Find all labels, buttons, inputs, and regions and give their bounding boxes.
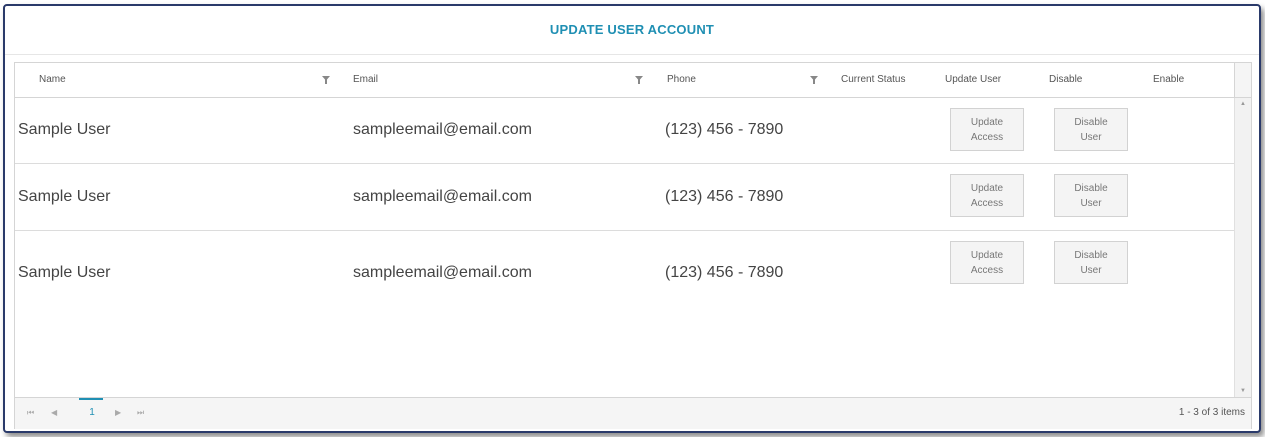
pager: ⏮ ◀ 1 ▶ ⏭ 1 - 3 of 3 items	[15, 397, 1251, 429]
button-label: Disable	[1074, 182, 1108, 194]
update-user-panel: UPDATE USER ACCOUNT Name Email Phone Cur…	[3, 4, 1261, 433]
next-page-icon[interactable]: ▶	[115, 408, 121, 417]
scroll-down-icon[interactable]: ▼	[1240, 388, 1246, 394]
button-label: User	[1080, 264, 1102, 276]
filter-icon[interactable]	[322, 76, 330, 84]
grid-body: Sample User sampleemail@email.com (123) …	[15, 98, 1235, 397]
current-page-indicator	[79, 398, 103, 400]
button-label: Disable	[1074, 249, 1108, 261]
button-label: Access	[970, 264, 1004, 276]
first-page-icon[interactable]: ⏮	[27, 408, 34, 418]
cell-email: sampleemail@email.com	[353, 121, 532, 138]
cell-name: Sample User	[18, 121, 111, 138]
page-title: UPDATE USER ACCOUNT	[5, 6, 1259, 55]
button-label: Update	[970, 116, 1004, 128]
button-label: Access	[970, 197, 1004, 209]
button-label: Disable	[1074, 116, 1108, 128]
column-header-enable[interactable]: Enable	[1153, 63, 1184, 97]
page-number[interactable]: 1	[85, 407, 99, 418]
button-label: Access	[970, 131, 1004, 143]
table-row[interactable]: Sample User sampleemail@email.com (123) …	[15, 231, 1235, 315]
update-access-button[interactable]: Update Access	[950, 108, 1024, 151]
button-label: User	[1080, 131, 1102, 143]
cell-email: sampleemail@email.com	[353, 188, 532, 205]
column-header-email[interactable]: Email	[353, 63, 378, 97]
disable-user-button[interactable]: Disable User	[1054, 174, 1128, 217]
cell-phone: (123) 456 - 7890	[665, 264, 784, 281]
table-row[interactable]: Sample User sampleemail@email.com (123) …	[15, 98, 1235, 164]
table-row[interactable]: Sample User sampleemail@email.com (123) …	[15, 164, 1235, 231]
filter-icon[interactable]	[810, 76, 818, 84]
filter-icon[interactable]	[635, 76, 643, 84]
pager-info: 1 - 3 of 3 items	[1178, 407, 1245, 418]
prev-page-icon[interactable]: ◀	[51, 408, 57, 417]
disable-user-button[interactable]: Disable User	[1054, 241, 1128, 284]
column-header-phone[interactable]: Phone	[667, 63, 696, 97]
column-header-current-status[interactable]: Current Status	[841, 63, 905, 97]
button-label: User	[1080, 197, 1102, 209]
disable-user-button[interactable]: Disable User	[1054, 108, 1128, 151]
grid-header: Name Email Phone Current Status Update U…	[15, 63, 1235, 98]
cell-email: sampleemail@email.com	[353, 264, 532, 281]
column-header-disable[interactable]: Disable	[1049, 63, 1082, 97]
button-label: Update	[970, 249, 1004, 261]
vertical-scrollbar[interactable]: ▲ ▼	[1234, 98, 1251, 397]
cell-name: Sample User	[18, 264, 111, 281]
cell-phone: (123) 456 - 7890	[665, 188, 784, 205]
update-access-button[interactable]: Update Access	[950, 174, 1024, 217]
button-label: Update	[970, 182, 1004, 194]
users-grid: Name Email Phone Current Status Update U…	[14, 62, 1252, 429]
scrollbar-corner	[1234, 63, 1251, 98]
column-header-name[interactable]: Name	[39, 63, 66, 97]
cell-name: Sample User	[18, 188, 111, 205]
scroll-up-icon[interactable]: ▲	[1240, 101, 1246, 107]
last-page-icon[interactable]: ⏭	[137, 408, 144, 418]
column-header-update-user[interactable]: Update User	[945, 63, 1001, 97]
cell-phone: (123) 456 - 7890	[665, 121, 784, 138]
update-access-button[interactable]: Update Access	[950, 241, 1024, 284]
